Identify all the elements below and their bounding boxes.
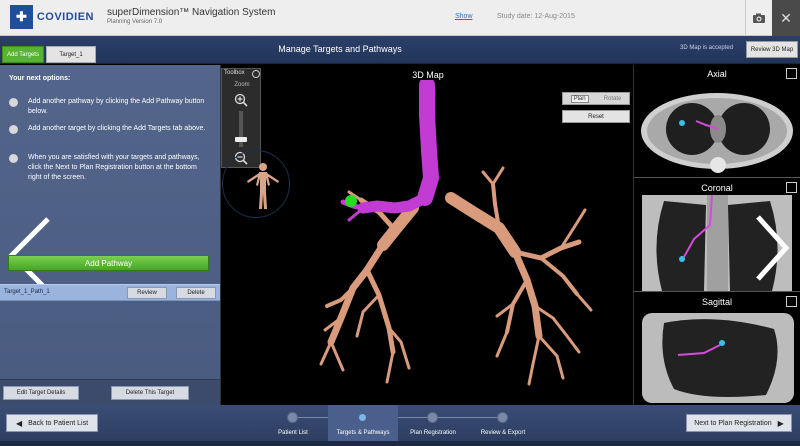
step-dot	[497, 412, 508, 423]
workflow-steps: Patient List Targets & Pathways Plan Reg…	[258, 405, 538, 441]
options-panel: Your next options: Add another pathway b…	[0, 65, 220, 405]
app-version: Planning Version 7.0	[107, 19, 163, 25]
edit-target-details-button[interactable]: Edit Target Details	[3, 386, 79, 400]
ct-view-title: Coronal	[701, 183, 733, 193]
option-item: Add another pathway by clicking the Add …	[9, 97, 209, 117]
airway-tree-model[interactable]	[301, 80, 621, 400]
logo-mark: ✚	[10, 5, 33, 29]
step-dot	[359, 414, 366, 421]
show-link[interactable]: Show	[455, 13, 473, 20]
ct-view-sagittal[interactable]: Sagittal	[634, 293, 800, 406]
delete-target-button[interactable]: Delete This Target	[111, 386, 189, 400]
map-title: 3D Map	[412, 70, 444, 80]
covidien-logo: ✚ COVIDIEN	[10, 5, 94, 29]
step-dot	[427, 412, 438, 423]
option-item: When you are satisfied with your targets…	[9, 153, 209, 183]
expand-icon[interactable]	[786, 296, 797, 307]
expand-icon[interactable]	[786, 68, 797, 79]
delete-pathway-button[interactable]: Delete	[176, 287, 216, 299]
option-text: Add another pathway by clicking the Add …	[28, 98, 205, 115]
step-label: Plan Registration	[410, 430, 456, 436]
study-date: Study date: 12-Aug-2015	[497, 13, 575, 20]
next-button-label: Next to Plan Registration	[694, 419, 772, 427]
zoom-in-icon[interactable]	[234, 93, 248, 107]
pathway-list-item[interactable]: Target_1_Path_1 Review Delete	[0, 284, 220, 301]
back-button-label: Back to Patient List	[28, 419, 89, 427]
step-patient-list[interactable]: Patient List	[258, 405, 328, 441]
app-title: superDimension™ Navigation System	[107, 7, 276, 18]
ct-view-title: Axial	[707, 69, 727, 79]
zoom-slider-thumb[interactable]	[235, 137, 247, 143]
logo-text: COVIDIEN	[36, 11, 94, 23]
axial-ct-image	[641, 93, 793, 173]
toolbox-label: Toolbox	[224, 70, 245, 76]
human-figure-icon	[247, 163, 279, 209]
step-plan-registration[interactable]: Plan Registration	[398, 405, 468, 441]
step-label: Patient List	[278, 430, 308, 436]
close-icon: ✕	[780, 9, 792, 26]
bullet-icon	[9, 125, 18, 134]
option-item: Add another target by clicking the Add T…	[9, 124, 209, 134]
option-text: When you are satisfied with your targets…	[28, 154, 200, 181]
toolbox-settings-icon[interactable]	[252, 70, 260, 78]
3d-map-view[interactable]: 3D Map Toolbox Zoom Plan Rotate Reset	[220, 65, 634, 405]
tab-add-targets[interactable]: Add Targets	[2, 46, 44, 63]
title-bar: ✚ COVIDIEN superDimension™ Navigation Sy…	[0, 0, 800, 36]
zoom-label: Zoom	[234, 82, 250, 88]
step-dot	[287, 412, 298, 423]
step-review-export[interactable]: Review & Export	[468, 405, 538, 441]
review-3d-map-button[interactable]: Review 3D Map	[746, 41, 798, 58]
option-text: Add another target by clicking the Add T…	[28, 125, 206, 132]
pathway-name: Target_1_Path_1	[4, 289, 50, 295]
bullet-icon	[9, 154, 18, 163]
body-orientation-widget[interactable]	[222, 150, 290, 218]
target-actions-bar: Edit Target Details Delete This Target	[0, 379, 220, 405]
tab-target-1[interactable]: Target_1	[46, 46, 96, 63]
step-targets-pathways[interactable]: Targets & Pathways	[328, 405, 398, 441]
close-button[interactable]: ✕	[772, 0, 800, 36]
sagittal-ct-image	[642, 313, 794, 403]
map-status-text: 3D Map is accepted	[680, 45, 734, 51]
ct-view-axial[interactable]: Axial	[634, 65, 800, 178]
chevron-left-icon: ◀	[15, 418, 23, 428]
back-to-patient-list-button[interactable]: ◀ Back to Patient List	[6, 414, 98, 432]
step-label: Targets & Pathways	[336, 430, 390, 436]
workflow-bar: ◀ Back to Patient List Patient List Targ…	[0, 405, 800, 441]
expand-icon[interactable]	[786, 182, 797, 193]
target-marker[interactable]	[345, 195, 357, 207]
step-label: Review & Export	[480, 430, 526, 436]
camera-icon	[753, 13, 765, 23]
options-heading: Your next options:	[9, 75, 71, 82]
screenshot-button[interactable]	[745, 0, 772, 36]
review-pathway-button[interactable]: Review	[127, 287, 167, 299]
bullet-icon	[9, 98, 18, 107]
add-pathway-button[interactable]: Add Pathway	[8, 255, 209, 271]
ct-view-title: Sagittal	[701, 297, 733, 307]
screen-title: Manage Targets and Pathways	[278, 44, 402, 54]
tab-bar: Add Targets Target_1 Manage Targets and …	[0, 36, 800, 64]
status-bar	[0, 441, 800, 446]
next-to-plan-registration-button[interactable]: Next to Plan Registration ▶	[686, 414, 792, 432]
chevron-right-icon[interactable]	[752, 213, 792, 283]
chevron-right-icon: ▶	[777, 418, 784, 428]
